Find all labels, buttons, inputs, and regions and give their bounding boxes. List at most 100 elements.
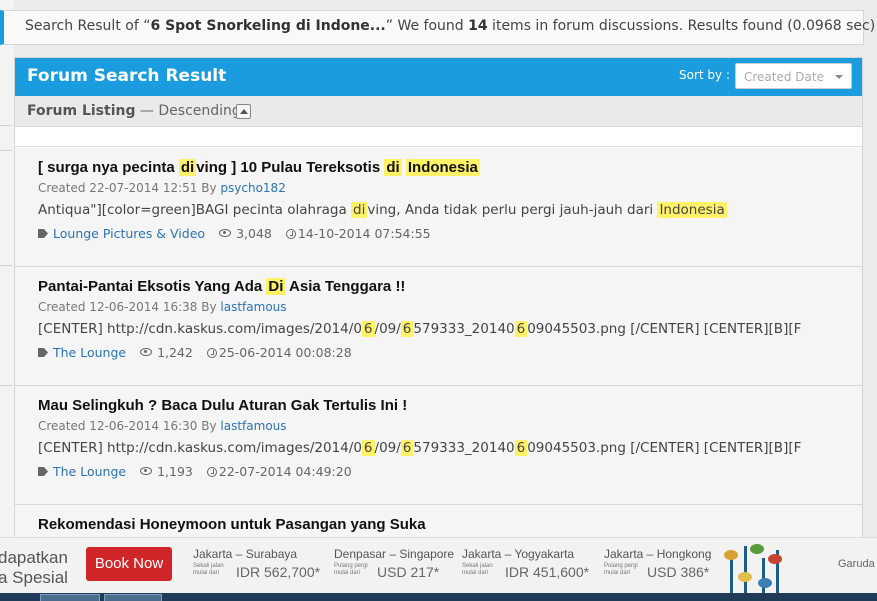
text-segment: ving ] 10 Pulau Tereksotis <box>196 159 385 176</box>
sort-select-placeholder: Created Date <box>744 70 824 84</box>
clock-icon <box>285 229 296 239</box>
listing-label: Forum Listing <box>27 103 136 119</box>
summary-suffix: items in forum discussions. Results foun… <box>487 18 876 34</box>
last-post-time: 25-06-2014 00:08:28 <box>218 345 352 360</box>
eye-icon <box>140 467 153 475</box>
ad-route[interactable]: Jakarta – Surabaya Sekali jalan mulai dar… <box>193 547 320 580</box>
summary-mid: ” We found <box>385 18 469 34</box>
tag-icon <box>38 467 48 476</box>
route-sublabel: Pulang pergi mulai dari <box>604 563 638 576</box>
ad-route[interactable]: Denpasar – Singapore Pulang pergi mulai d… <box>334 547 455 580</box>
text-segment: /09/ <box>374 440 401 456</box>
view-count: 3,048 <box>236 226 272 241</box>
result-snippet: [CENTER] http://cdn.kaskus.com/images/20… <box>38 321 858 337</box>
book-now-button[interactable]: Book Now <box>86 547 172 581</box>
taskbar-button[interactable] <box>104 594 162 601</box>
forum-search-panel: Forum Search Result Sort by : Created Da… <box>14 57 863 547</box>
category-link[interactable]: Lounge Pictures & Video <box>53 226 205 241</box>
clock-icon <box>206 467 217 477</box>
text-segment: 09045503.png [/CENTER] [CENTER][B][F <box>527 440 802 456</box>
route-sublabel: Sekali jalan mulai dari <box>193 563 224 576</box>
category-link[interactable]: The Lounge <box>53 464 126 479</box>
eye-icon <box>219 229 232 237</box>
route-sublabel: Pulang pergi mulai dari <box>334 563 368 576</box>
chevron-down-icon <box>835 75 843 79</box>
ad-route[interactable]: Jakarta – Yogyakarta Sekali jalan mulai d… <box>462 547 589 580</box>
clock-icon <box>206 348 217 358</box>
highlight-match: di <box>178 159 197 176</box>
listing-separator: — <box>135 103 159 119</box>
panel-title: Forum Search Result <box>27 66 227 86</box>
airline-logo-text: Garuda In <box>838 558 877 570</box>
highlight-match: 6 <box>514 440 528 456</box>
sort-select[interactable]: Created Date <box>735 63 852 89</box>
result-snippet: [CENTER] http://cdn.kaskus.com/images/20… <box>38 440 858 456</box>
view-count: 1,193 <box>157 464 193 479</box>
results-spacer <box>15 127 862 147</box>
highlight-match: 6 <box>361 321 375 337</box>
left-sidebar-edge <box>0 0 14 540</box>
route-name: Jakarta – Surabaya <box>193 547 298 561</box>
text-segment: 579333_20140 <box>413 440 515 456</box>
sort-toggle-button[interactable] <box>236 104 251 119</box>
highlight-match: 6 <box>361 440 375 456</box>
author-link[interactable]: lastfamous <box>220 300 286 314</box>
text-segment: 09045503.png [/CENTER] [CENTER][B][F <box>527 321 802 337</box>
created-date: Created 12-06-2014 16:30 By <box>38 419 221 433</box>
result-title-link[interactable]: Mau Selingkuh ? Baca Dulu Aturan Gak Ter… <box>38 397 862 418</box>
ad-banner[interactable]: dapatkan a Spesial Book Now Jakarta – Su… <box>0 537 877 593</box>
result-meta: The Lounge 1,242 25-06-2014 00:08:28 <box>38 345 862 360</box>
result-created: Created 12-06-2014 16:30 By lastfamous <box>38 419 862 433</box>
text-segment: Asia Tenggara !! <box>285 278 406 295</box>
listing-order: Descending <box>158 103 241 119</box>
route-name: Jakarta – Hongkong <box>604 547 712 561</box>
result-title-link[interactable]: [ surga nya pecinta di ving ] 10 Pulau Te… <box>38 159 862 180</box>
text-segment: ving, Anda tidak perlu pergi jauh-jauh d… <box>367 202 658 218</box>
text-segment: Rekomendasi Honeymoon untuk Pasangan yan… <box>38 516 426 533</box>
taskbar <box>0 593 877 601</box>
panel-header: Forum Search Result Sort by : Created Da… <box>15 58 862 96</box>
route-sublabel: Sekali jalan mulai dari <box>462 563 493 576</box>
result-created: Created 22-07-2014 12:51 By psycho182 <box>38 181 862 195</box>
highlight-match: 6 <box>400 440 414 456</box>
last-post-time: 22-07-2014 04:49:20 <box>218 464 352 479</box>
taskbar-button[interactable] <box>40 594 100 601</box>
summary-query: 6 Spot Snorkeling di Indone... <box>150 18 386 34</box>
view-count: 1,242 <box>157 345 193 360</box>
text-segment: [CENTER] http://cdn.kaskus.com/images/20… <box>38 321 362 337</box>
eye-icon <box>140 348 153 356</box>
route-name: Denpasar – Singapore <box>334 547 455 561</box>
route-price: IDR 451,600* <box>505 564 590 580</box>
ad-promo-line1: dapatkan <box>0 548 68 567</box>
result-item: [ surga nya pecinta di ving ] 10 Pulau Te… <box>15 148 862 267</box>
text-segment: Pantai-Pantai Eksotis Yang Ada <box>38 278 267 295</box>
category-link[interactable]: The Lounge <box>53 345 126 360</box>
author-link[interactable]: lastfamous <box>220 419 286 433</box>
highlight-match: Di <box>266 278 286 295</box>
route-price: USD 386* <box>647 564 710 580</box>
route-price: USD 217* <box>377 564 440 580</box>
forum-listing-bar: Forum Listing — Descending <box>15 96 862 127</box>
created-date: Created 12-06-2014 16:38 By <box>38 300 221 314</box>
result-title-link[interactable]: Pantai-Pantai Eksotis Yang Ada Di Asia T… <box>38 278 862 299</box>
text-segment: /09/ <box>374 321 401 337</box>
highlight-match: Indonesia <box>657 202 727 218</box>
search-summary: Search Result of “6 Spot Snorkeling di I… <box>0 10 875 45</box>
result-snippet: Antiqua"][color=green]BAGI pecinta olahr… <box>38 202 858 218</box>
text-segment: [CENTER] http://cdn.kaskus.com/images/20… <box>38 440 362 456</box>
route-name: Jakarta – Yogyakarta <box>462 547 575 561</box>
text-segment: Mau Selingkuh ? Baca Dulu Aturan Gak Ter… <box>38 397 408 414</box>
result-meta: The Lounge 1,193 22-07-2014 04:49:20 <box>38 464 862 479</box>
highlight-match: di <box>351 202 368 218</box>
highlight-match: 6 <box>400 321 414 337</box>
result-title-link[interactable]: Rekomendasi Honeymoon untuk Pasangan yan… <box>38 516 862 537</box>
ad-route[interactable]: Jakarta – Hongkong Pulang pergi mulai dar… <box>604 547 712 580</box>
summary-count: 14 <box>468 18 488 34</box>
result-created: Created 12-06-2014 16:38 By lastfamous <box>38 300 862 314</box>
route-price: IDR 562,700* <box>236 564 321 580</box>
result-item: Mau Selingkuh ? Baca Dulu Aturan Gak Ter… <box>15 386 862 505</box>
text-segment: Antiqua"][color=green]BAGI pecinta olahr… <box>38 202 352 218</box>
author-link[interactable]: psycho182 <box>220 181 285 195</box>
ad-promo-line2: a Spesial <box>0 568 68 587</box>
text-segment: 579333_20140 <box>413 321 515 337</box>
